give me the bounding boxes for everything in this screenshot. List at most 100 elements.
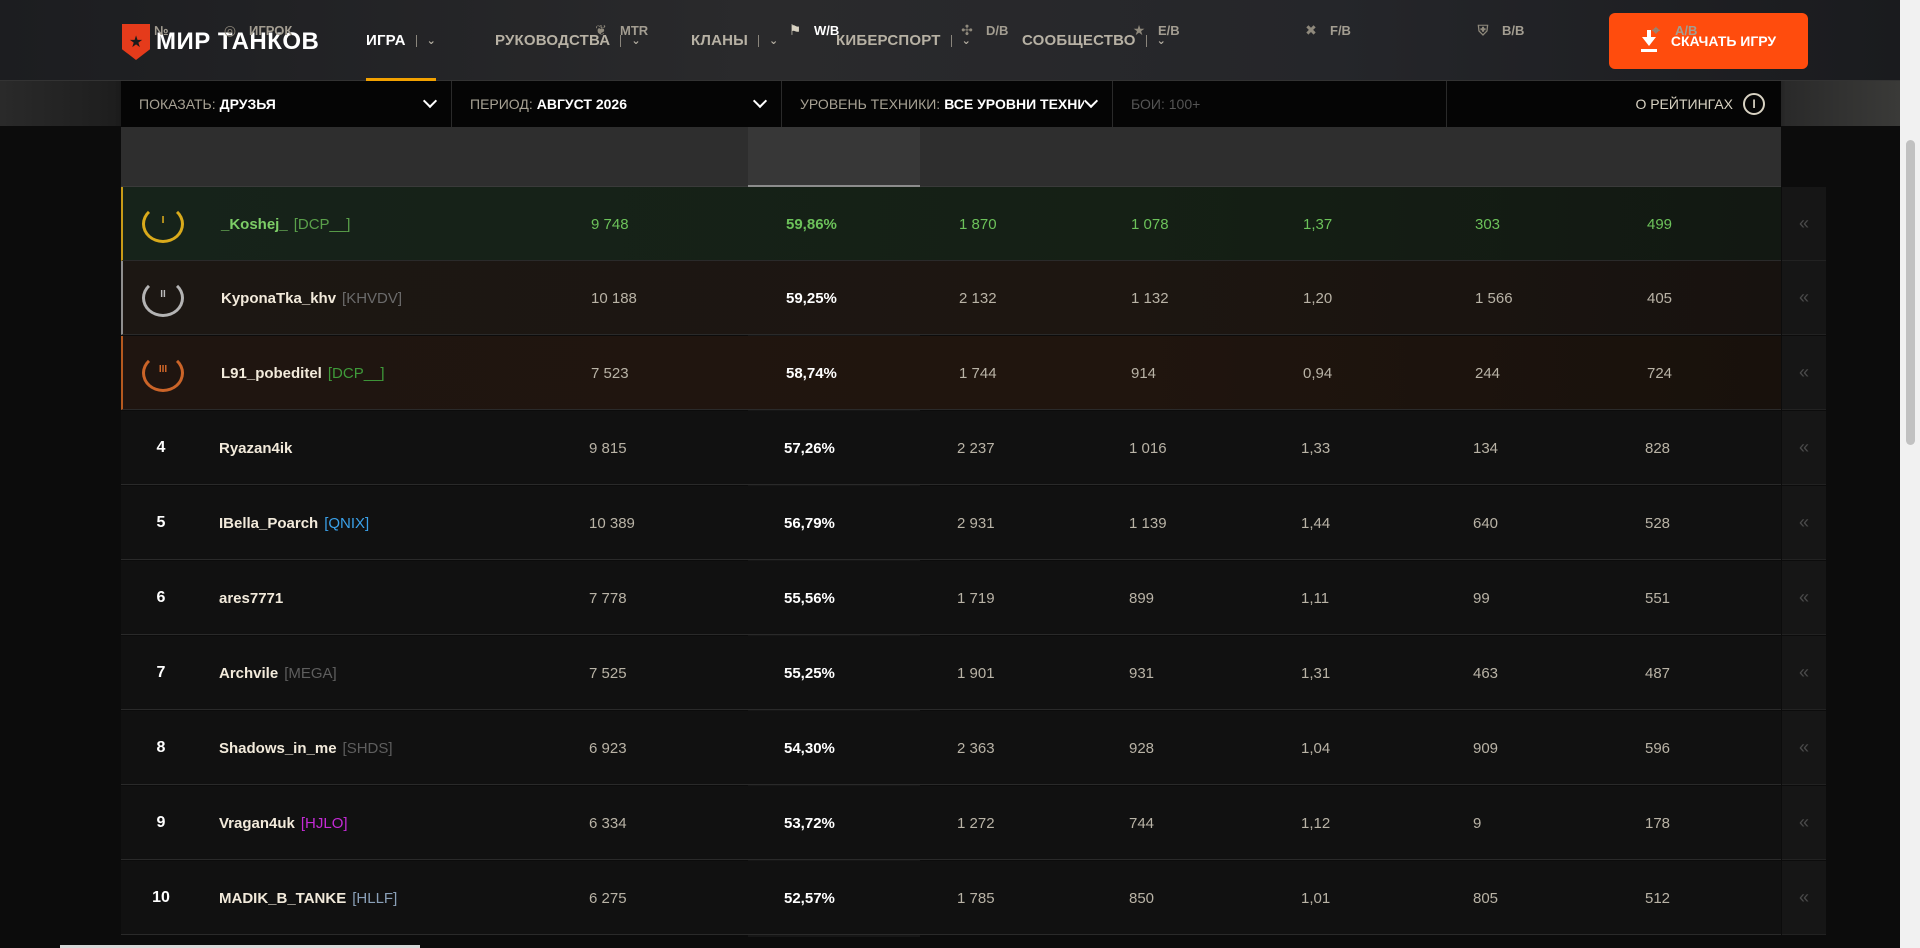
nav-label: КЛАНЫ [691, 32, 749, 49]
clan-tag[interactable]: [QNIX] [324, 515, 369, 532]
col-header-rank: № [154, 0, 169, 60]
chevron-down-icon[interactable]: ⌄ [427, 34, 436, 47]
expand-row-icon[interactable]: « [1782, 786, 1826, 860]
mtr-cell: 9 815 [589, 439, 627, 457]
player-cell[interactable]: L91_pobeditel [DCP__] [221, 336, 385, 410]
fb-cell: 1,37 [1303, 215, 1333, 233]
table-row[interactable]: 7 Archvile [MEGA] 7 525 55,25% 1 901 931 1,31 46… [121, 636, 1781, 710]
player-cell[interactable]: MADIK_B_TANKE [HLLF] [219, 861, 397, 935]
table-row[interactable]: 10 MADIK_B_TANKE [HLLF] 6 275 52,57% 1 785 850… [121, 861, 1781, 935]
expand-row-icon[interactable]: « [1782, 411, 1826, 485]
bb-cell: 640 [1473, 514, 1499, 532]
ab-cell: 178 [1645, 814, 1671, 832]
player-name[interactable]: L91_pobeditel [221, 365, 322, 382]
filter-show[interactable]: ПОКАЗАТЬ: ДРУЗЬЯ [121, 81, 452, 127]
player-name[interactable]: _Koshej_ [221, 216, 288, 233]
clan-tag[interactable]: [HLLF] [352, 890, 397, 907]
expand-row-icon[interactable]: « [1782, 261, 1826, 335]
col-header-db[interactable]: ✣ D/B [956, 0, 1008, 60]
filter-tech-level[interactable]: УРОВЕНЬ ТЕХНИКИ: ВСЕ УРОВНИ ТЕХНИКИ [782, 81, 1113, 127]
expand-row-icon[interactable]: « [1782, 561, 1826, 635]
expand-row-icon[interactable]: « [1782, 711, 1826, 785]
eb-cell: 1 132 [1131, 289, 1169, 307]
ab-cell: 487 [1645, 664, 1671, 682]
nav-item-clans[interactable]: КЛАНЫ ⌄ [691, 0, 778, 81]
table-row[interactable]: 6 ares7771 7 778 55,56% 1 719 899 1,11 99 551 [121, 561, 1781, 635]
table-row[interactable]: I _Koshej_ [DCP__] 9 748 59,86% 1 870 1 078 1,3… [121, 187, 1781, 261]
table-row[interactable]: III L91_pobeditel [DCP__] 7 523 58,74% 1 744 9… [121, 336, 1781, 410]
nav-item-game[interactable]: ИГРА ⌄ [366, 0, 437, 81]
nav-item-esports[interactable]: КИБЕРСПОРТ ⌄ [836, 0, 971, 81]
clan-tag[interactable]: [KHVDV] [342, 290, 402, 307]
rank-number: I [161, 214, 165, 226]
db-cell: 1 785 [957, 889, 995, 907]
player-cell[interactable]: IBella_Poarch [QNIX] [219, 486, 369, 560]
laurel-medal-icon: I [142, 205, 184, 243]
clan-tag[interactable]: [DCP__] [328, 365, 385, 382]
wb-cell: 55,25% [784, 664, 835, 682]
clan-tag[interactable]: [DCP__] [294, 216, 351, 233]
bb-cell: 463 [1473, 664, 1499, 682]
filter-label: ПОКАЗАТЬ: [139, 96, 216, 112]
column-label: D/B [986, 22, 1009, 38]
column-label: № [154, 22, 169, 38]
expand-row-icon[interactable]: « [1782, 336, 1826, 410]
table-row[interactable]: 9 Vragan4uk [HJLO] 6 334 53,72% 1 272 744 1,12 9… [121, 786, 1781, 860]
db-cell: 1 744 [959, 364, 997, 382]
wb-cell: 55,56% [784, 589, 835, 607]
eb-cell: 850 [1129, 889, 1155, 907]
expand-row-icon[interactable]: « [1782, 486, 1826, 560]
col-header-wb[interactable]: ⚑ W/B [784, 0, 840, 60]
table-row[interactable]: 5 IBella_Poarch [QNIX] 10 389 56,79% 2 931 1 1… [121, 486, 1781, 560]
col-header-fb[interactable]: ✖ F/B [1300, 0, 1351, 60]
player-name[interactable]: Ryazan4ik [219, 440, 292, 457]
player-cell[interactable]: Vragan4uk [HJLO] [219, 786, 348, 860]
player-name[interactable]: KyponaTka_khv [221, 290, 336, 307]
col-header-player[interactable]: ◎ ИГРОК [219, 0, 292, 60]
table-row[interactable]: II KyponaTka_khv [KHVDV] 10 188 59,25% 2 132 1… [121, 261, 1781, 335]
expand-row-icon[interactable]: « [1782, 861, 1826, 935]
player-cell[interactable]: Shadows_in_me [SHDS] [219, 711, 393, 785]
mtr-cell: 7 523 [591, 364, 629, 382]
download-game-button[interactable]: СКАЧАТЬ ИГРУ [1609, 13, 1808, 69]
player-cell[interactable]: Archvile [MEGA] [219, 636, 337, 710]
filter-period[interactable]: ПЕРИОД: АВГУСТ 2026 [452, 81, 782, 127]
about-ratings-label: О РЕЙТИНГАХ [1635, 96, 1733, 112]
user-icon: ◎ [223, 21, 237, 38]
col-header-ab[interactable]: ⌖ A/B [1645, 0, 1697, 60]
player-cell[interactable]: _Koshej_ [DCP__] [221, 187, 350, 261]
eb-cell: 928 [1129, 739, 1155, 757]
ab-cell: 499 [1647, 215, 1673, 233]
bb-cell: 303 [1475, 215, 1501, 233]
nav-label: КИБЕРСПОРТ [836, 32, 941, 49]
clan-tag[interactable]: [HJLO] [301, 815, 348, 832]
col-header-bb[interactable]: ⛨ B/B [1472, 0, 1525, 60]
chevron-down-icon[interactable]: ⌄ [769, 34, 778, 47]
rank-cell: 7 [156, 664, 166, 681]
player-name[interactable]: Archvile [219, 665, 278, 682]
expand-row-icon[interactable]: « [1782, 187, 1826, 261]
chevron-down-icon [1083, 93, 1099, 109]
db-cell: 2 931 [957, 514, 995, 532]
player-cell[interactable]: KyponaTka_khv [KHVDV] [221, 261, 402, 335]
player-name[interactable]: Shadows_in_me [219, 740, 337, 757]
player-name[interactable]: MADIK_B_TANKE [219, 890, 346, 907]
player-cell[interactable]: Ryazan4ik [219, 411, 292, 485]
expand-row-icon[interactable]: « [1782, 636, 1826, 710]
clan-tag[interactable]: [MEGA] [284, 665, 337, 682]
player-name[interactable]: Vragan4uk [219, 815, 295, 832]
table-row[interactable]: 4 Ryazan4ik 9 815 57,26% 2 237 1 016 1,33 134 82… [121, 411, 1781, 485]
crosshair-icon: ⌖ [1652, 21, 1660, 38]
eb-cell: 1 016 [1129, 439, 1167, 457]
damage-icon: ✣ [961, 21, 973, 38]
player-name[interactable]: IBella_Poarch [219, 515, 318, 532]
about-ratings-link[interactable]: О РЕЙТИНГАХ i [1447, 81, 1781, 127]
player-name[interactable]: ares7771 [219, 590, 283, 607]
clan-tag[interactable]: [SHDS] [343, 740, 393, 757]
shield-icon: ⛨ [1477, 21, 1489, 38]
table-row[interactable]: 8 Shadows_in_me [SHDS] 6 923 54,30% 2 363 928 1… [121, 711, 1781, 785]
col-header-mtr[interactable]: ❦ MTR [590, 0, 648, 60]
player-cell[interactable]: ares7771 [219, 561, 283, 635]
col-header-eb[interactable]: ★ E/B [1128, 0, 1180, 60]
scrollbar-thumb[interactable] [1906, 140, 1915, 445]
